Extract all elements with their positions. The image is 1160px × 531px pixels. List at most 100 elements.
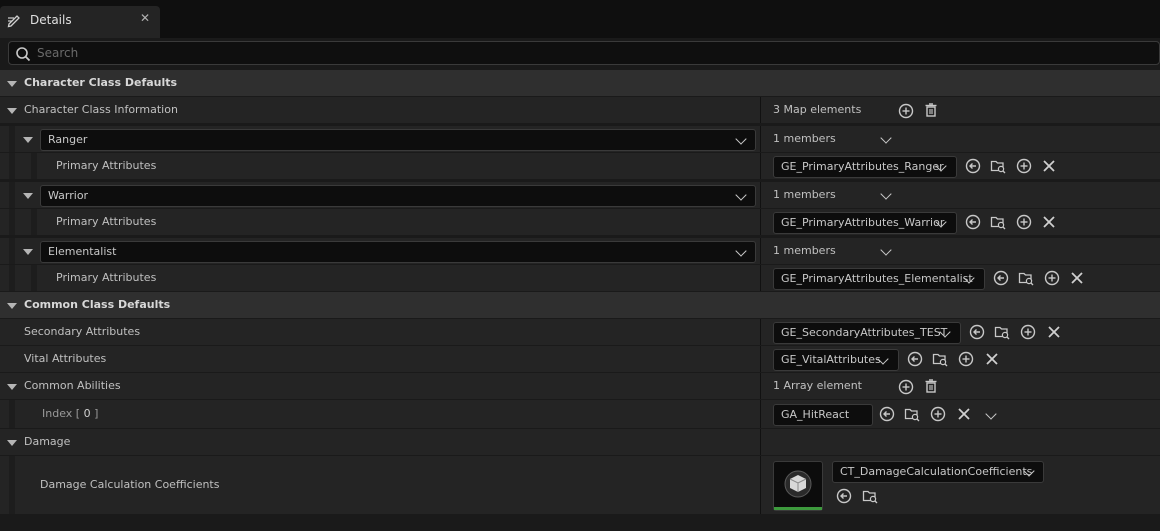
column-divider [760,319,761,345]
category-character-class-defaults[interactable]: Character Class Defaults [0,70,1160,96]
property-label: Primary Attributes [56,271,157,284]
add-icon[interactable] [1016,158,1032,174]
asset-picker-dropdown[interactable]: GE_PrimaryAttributes_Ranger [773,156,957,178]
browse-arrow-icon[interactable] [965,214,981,230]
add-element-icon[interactable] [898,379,914,395]
trash-icon[interactable] [923,102,939,118]
column-divider [760,182,761,208]
property-row-damage-calculation-coefficients: Damage Calculation Coefficients CT_Damag… [0,456,1160,514]
collapse-arrow-icon[interactable] [23,193,33,199]
chevron-down-icon[interactable] [880,244,892,256]
chevron-down-icon[interactable] [880,188,892,200]
category-label: Common Class Defaults [24,298,171,311]
property-label: Secondary Attributes [24,325,141,338]
search-icon [16,47,31,62]
add-icon[interactable] [1044,270,1060,286]
asset-value: GA_HitReact [781,408,850,421]
property-label: Damage Calculation Coefficients [40,478,220,491]
browse-arrow-icon[interactable] [969,324,985,340]
add-icon[interactable] [1016,214,1032,230]
column-divider [760,400,761,428]
column-divider [760,429,761,455]
search-input[interactable] [37,44,1137,62]
tab-title: Details [30,13,72,27]
asset-picker-dropdown[interactable]: GA_HitReact [773,404,873,426]
indent-guide [9,456,15,514]
indent-guide [31,209,37,235]
browse-arrow-icon[interactable] [907,351,923,367]
property-row-character-class-information: Character Class Information 3 Map elemen… [0,97,1160,123]
tab-bar [0,0,1160,38]
browse-folder-icon[interactable] [1018,270,1034,286]
chevron-down-icon [735,189,747,201]
asset-picker-dropdown[interactable]: GE_SecondaryAttributes_TEST [773,322,961,344]
add-icon[interactable] [958,351,974,367]
category-common-class-defaults[interactable]: Common Class Defaults [0,292,1160,318]
asset-picker-dropdown[interactable]: CT_DamageCalculationCoefficients [832,461,1044,483]
property-label: Vital Attributes [24,352,107,365]
browse-folder-icon[interactable] [904,406,920,422]
indent-guide [9,153,15,179]
clear-icon[interactable] [1046,324,1062,340]
map-count: 3 Map elements [773,103,862,116]
clear-icon[interactable] [956,406,972,422]
clear-icon[interactable] [1069,270,1085,286]
asset-value: CT_DamageCalculationCoefficients [840,465,1033,478]
members-count: 1 members [773,188,836,201]
collapse-arrow-icon[interactable] [23,249,33,255]
class-key-value: Warrior [48,189,89,202]
add-icon[interactable] [1020,324,1036,340]
trash-icon[interactable] [923,378,939,394]
browse-folder-icon[interactable] [990,214,1006,230]
asset-value: GE_VitalAttributes [781,353,881,366]
thumbnail-status-bar [774,507,822,510]
browse-folder-icon[interactable] [994,324,1010,340]
column-divider [760,346,761,372]
class-key-dropdown[interactable]: Warrior [40,185,756,207]
add-element-icon[interactable] [898,103,914,119]
asset-value: GE_PrimaryAttributes_Ranger [781,160,944,173]
close-icon[interactable]: ✕ [138,10,152,25]
property-row-damage: Damage [0,429,1160,455]
class-key-row: Ranger 1 members [0,126,1160,152]
asset-thumbnail[interactable] [773,461,823,511]
property-row-common-abilities: Common Abilities 1 Array element [0,373,1160,399]
collapse-arrow-icon[interactable] [7,303,17,309]
indent-guide [9,400,15,428]
property-label: Character Class Information [24,103,178,116]
chevron-down-icon[interactable] [880,132,892,144]
browse-folder-icon[interactable] [932,351,948,367]
browse-arrow-icon[interactable] [836,488,852,504]
browse-arrow-icon[interactable] [993,270,1009,286]
search-box[interactable] [8,41,1160,65]
browse-arrow-icon[interactable] [879,406,895,422]
details-tab[interactable]: Details ✕ [0,6,160,38]
index-label: Index [ 0 ] [42,407,99,420]
add-icon[interactable] [930,406,946,422]
asset-picker-dropdown[interactable]: GE_VitalAttributes [773,349,899,371]
collapse-arrow-icon[interactable] [23,137,33,143]
indent-guide [31,265,37,291]
browse-folder-icon[interactable] [862,488,878,504]
class-key-dropdown[interactable]: Ranger [40,129,756,151]
asset-picker-dropdown[interactable]: GE_PrimaryAttributes_Warrior [773,212,957,234]
category-label: Character Class Defaults [24,76,178,89]
class-key-dropdown[interactable]: Elementalist [40,241,756,263]
column-divider [760,373,761,399]
clear-icon[interactable] [1041,158,1057,174]
collapse-arrow-icon[interactable] [7,440,17,446]
collapse-arrow-icon[interactable] [7,108,17,114]
collapse-arrow-icon[interactable] [7,81,17,87]
collapse-arrow-icon[interactable] [7,384,17,390]
property-label: Damage [24,435,71,448]
browse-folder-icon[interactable] [990,158,1006,174]
property-label: Primary Attributes [56,215,157,228]
asset-picker-dropdown[interactable]: GE_PrimaryAttributes_Elementalist [773,268,985,290]
clear-icon[interactable] [984,351,1000,367]
browse-arrow-icon[interactable] [965,158,981,174]
asset-value: GE_PrimaryAttributes_Elementalist [781,272,973,285]
clear-icon[interactable] [1041,214,1057,230]
asset-value: GE_SecondaryAttributes_TEST [781,326,948,339]
class-key-value: Ranger [48,133,88,146]
members-count: 1 members [773,132,836,145]
